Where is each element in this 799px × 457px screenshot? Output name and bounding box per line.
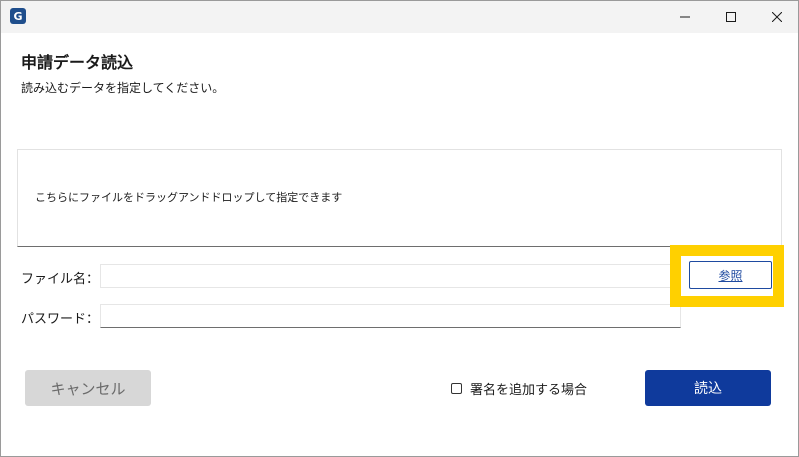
load-button[interactable]: 読込 [645,370,771,406]
signature-checkbox-label: 署名を追加する場合 [470,382,588,398]
page-subtitle: 読み込むデータを指定してください。 [21,81,225,95]
signature-option[interactable]: 署名を追加する場合 [451,379,588,398]
file-name-label: ファイル名： [21,272,100,287]
page-title: 申請データ読込 [21,53,134,72]
password-input[interactable] [100,304,681,328]
signature-checkbox[interactable] [451,382,462,394]
minimize-icon [680,16,690,18]
title-bar: G [1,1,798,33]
drop-zone-hint: こちらにファイルをドラッグアンドドロップして指定できます [35,191,343,204]
dialog-window: G 申請データ読込 読み込むデータを指定してください。 こちらにファイルをドラッ… [0,0,799,457]
file-name-input[interactable] [100,264,681,288]
maximize-icon [726,12,736,22]
file-drop-zone[interactable]: こちらにファイルをドラッグアンドドロップして指定できます [17,149,782,247]
maximize-button[interactable] [708,1,754,33]
close-button[interactable] [754,1,799,33]
app-logo-icon: G [10,8,26,24]
close-icon [772,12,782,22]
browse-button[interactable]: 参照 [689,261,772,289]
password-label: パスワード： [21,312,100,327]
minimize-button[interactable] [662,1,708,33]
cancel-button[interactable]: キャンセル [25,370,151,406]
